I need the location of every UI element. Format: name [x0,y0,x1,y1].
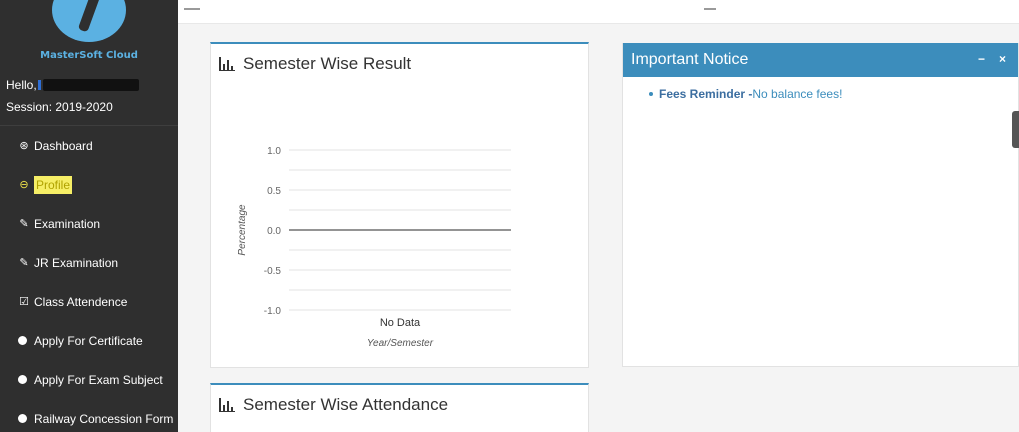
sidebar-item-dashboard[interactable]: ⊛ Dashboard [0,126,178,165]
sidebar-item-label: Dashboard [34,138,93,153]
header-divider [704,8,716,10]
bar-chart-icon [219,57,235,71]
notice-list: Fees Reminder - No balance fees! [623,77,1018,101]
sidebar-item-label: Profile [34,175,73,194]
result-chart: 1.0 0.5 0.0 -0.5 -1.0 Percentage No Data Year/S… [237,146,511,349]
y-axis-label: Percentage [237,204,248,256]
y-tick-label: -1.0 [264,306,282,317]
panel-title: Semester Wise Result [243,54,412,73]
result-panel-header: Semester Wise Result [211,44,588,74]
scroll-handle[interactable] [1012,111,1019,148]
circle-icon [18,414,27,423]
sidebar-item-label: Examination [34,216,101,231]
notice-panel: Important Notice − × Fees Reminder - No … [622,43,1019,367]
sidebar-item-label: Railway Concession Form [34,411,174,426]
sidebar-item-apply-certificate[interactable]: Apply For Certificate [0,321,178,360]
checkbox-icon: ☑ [19,296,29,308]
hello-label: Hello, [6,78,37,92]
circle-icon [18,336,27,345]
pencil-icon: ✎ [19,257,29,269]
top-header [178,0,1019,24]
brand-logo: MasterSoft Cloud [0,0,178,68]
close-button[interactable]: × [999,52,1006,66]
x-tick-label: No Data [380,317,421,329]
bar-chart-icon [219,398,235,412]
sidebar-item-label: Class Attendence [34,294,128,309]
sidebar-item-label: Apply For Certificate [34,333,143,348]
sidebar-item-label: Apply For Exam Subject [34,372,163,387]
notice-item-message: No balance fees! [752,87,843,101]
user-circle-icon: ⊖ [19,179,29,191]
user-info: Hello, Session: 2019-2020 [0,68,178,126]
x-axis-label: Year/Semester [367,338,434,349]
sidebar-nav: ⊛ Dashboard ⊖ Profile ✎ Examination ✎ JR… [0,126,178,432]
sidebar-item-label: JR Examination [34,255,119,270]
redacted-name-accent [37,80,41,90]
notice-header: Important Notice − × [623,43,1018,77]
attendance-panel-header: Semester Wise Attendance [211,385,588,415]
y-tick-label: 0.0 [267,226,281,237]
pencil-icon: ✎ [19,218,29,230]
y-tick-label: 1.0 [267,146,281,157]
sidebar-item-profile[interactable]: ⊖ Profile [0,165,178,204]
bullet-icon [649,92,653,96]
dashboard-icon: ⊛ [19,140,29,152]
attendance-panel: Semester Wise Attendance [210,383,589,432]
session-label: Session: 2019-2020 [6,100,113,114]
logo-icon [52,0,126,42]
circle-icon [18,375,27,384]
sidebar-item-apply-exam-subject[interactable]: Apply For Exam Subject [0,360,178,399]
panel-title: Semester Wise Attendance [243,395,449,414]
notice-item-label[interactable]: Fees Reminder - [659,87,752,101]
y-tick-label: 0.5 [267,186,281,197]
notice-title: Important Notice [631,51,749,68]
sidebar-item-jr-examination[interactable]: ✎ JR Examination [0,243,178,282]
sidebar: MasterSoft Cloud Hello, Session: 2019-20… [0,0,178,432]
notice-item: Fees Reminder - No balance fees! [649,87,1018,101]
redacted-user-name [42,79,139,91]
minimize-button[interactable]: − [978,52,985,66]
result-panel: Semester Wise Result 1.0 0.5 0.0 -0.5 -1.0 Pe… [210,42,589,368]
brand-name: MasterSoft Cloud [40,50,138,61]
header-divider [184,8,200,10]
sidebar-item-railway-concession[interactable]: Railway Concession Form [0,399,178,432]
sidebar-item-class-attendence[interactable]: ☑ Class Attendence [0,282,178,321]
sidebar-item-examination[interactable]: ✎ Examination [0,204,178,243]
y-tick-label: -0.5 [264,266,282,277]
